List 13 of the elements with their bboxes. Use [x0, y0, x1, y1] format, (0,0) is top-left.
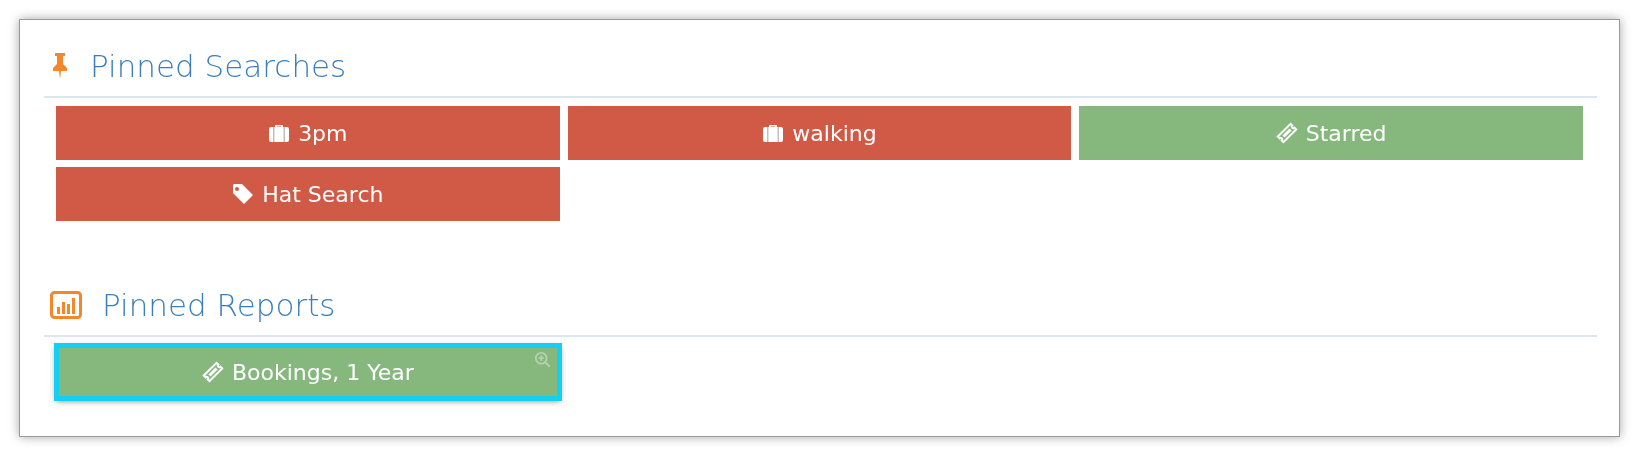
ticket-icon: [201, 361, 224, 383]
ticket-icon: [1275, 122, 1298, 144]
section-title: Pinned Searches: [90, 48, 347, 84]
tag-icon: [232, 183, 255, 205]
pinned-tile[interactable]: Hat Search: [56, 167, 560, 221]
bar-chart-icon: [50, 291, 82, 319]
pinned-tile[interactable]: Starred: [1079, 106, 1583, 160]
section-title: Pinned Reports: [102, 287, 336, 323]
pinned-tile[interactable]: walking: [567, 106, 1072, 160]
pinned-tile[interactable]: Bookings, 1 Year: [56, 345, 560, 399]
briefcase-icon: [762, 122, 785, 144]
briefcase-icon: [268, 122, 291, 144]
pinned-tile[interactable]: 3pm: [56, 106, 560, 160]
